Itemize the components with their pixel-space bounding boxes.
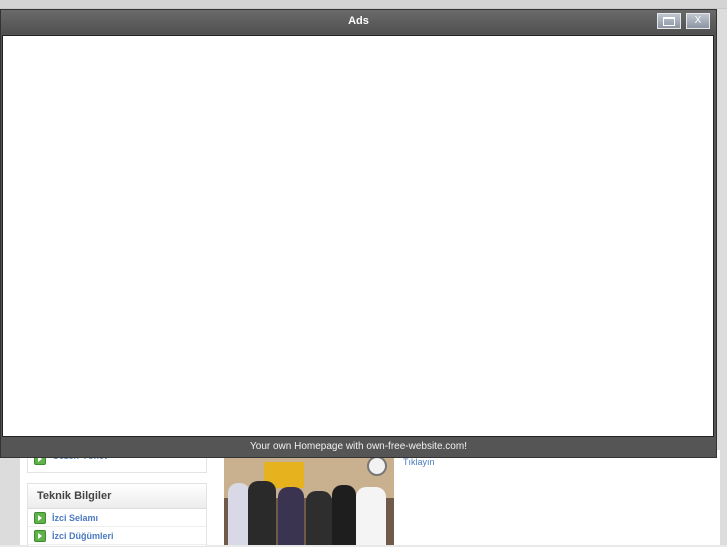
ads-title: Ads	[348, 15, 369, 27]
group-photo	[224, 458, 394, 545]
photo-person	[248, 481, 276, 545]
link-label: İzci Selamı	[52, 513, 99, 523]
link-label: İzci Düğümleri	[52, 531, 114, 541]
link-izci-dugumleri[interactable]: İzci Düğümleri	[28, 527, 206, 545]
teknik-bilgiler-box: Teknik Bilgiler İzci Selamı İzci Düğümle…	[27, 483, 207, 547]
photo-person	[228, 483, 250, 545]
photo-person	[332, 485, 356, 545]
ads-footer-text[interactable]: Your own Homepage with own-free-website.…	[1, 437, 716, 457]
box-title: Teknik Bilgiler	[28, 484, 206, 509]
photo-person	[278, 487, 304, 545]
photo-person	[356, 487, 386, 545]
photo-person	[306, 491, 332, 545]
right-link[interactable]: Tıklayın	[403, 457, 435, 467]
ads-titlebar[interactable]: Ads X	[1, 10, 716, 34]
link-izci-selami[interactable]: İzci Selamı	[28, 509, 206, 527]
maximize-icon	[663, 17, 675, 26]
maximize-button[interactable]	[657, 13, 681, 29]
green-arrow-icon	[34, 530, 46, 542]
background-top-bar	[0, 0, 727, 9]
ads-popup-window: Ads X Your own Homepage with own-free-we…	[0, 9, 717, 458]
green-arrow-icon	[34, 512, 46, 524]
left-sidebar: Gezen-Yönet Teknik Bilgiler İzci Selamı …	[27, 450, 207, 547]
close-button[interactable]: X	[686, 13, 710, 29]
ads-content-area	[2, 35, 714, 437]
